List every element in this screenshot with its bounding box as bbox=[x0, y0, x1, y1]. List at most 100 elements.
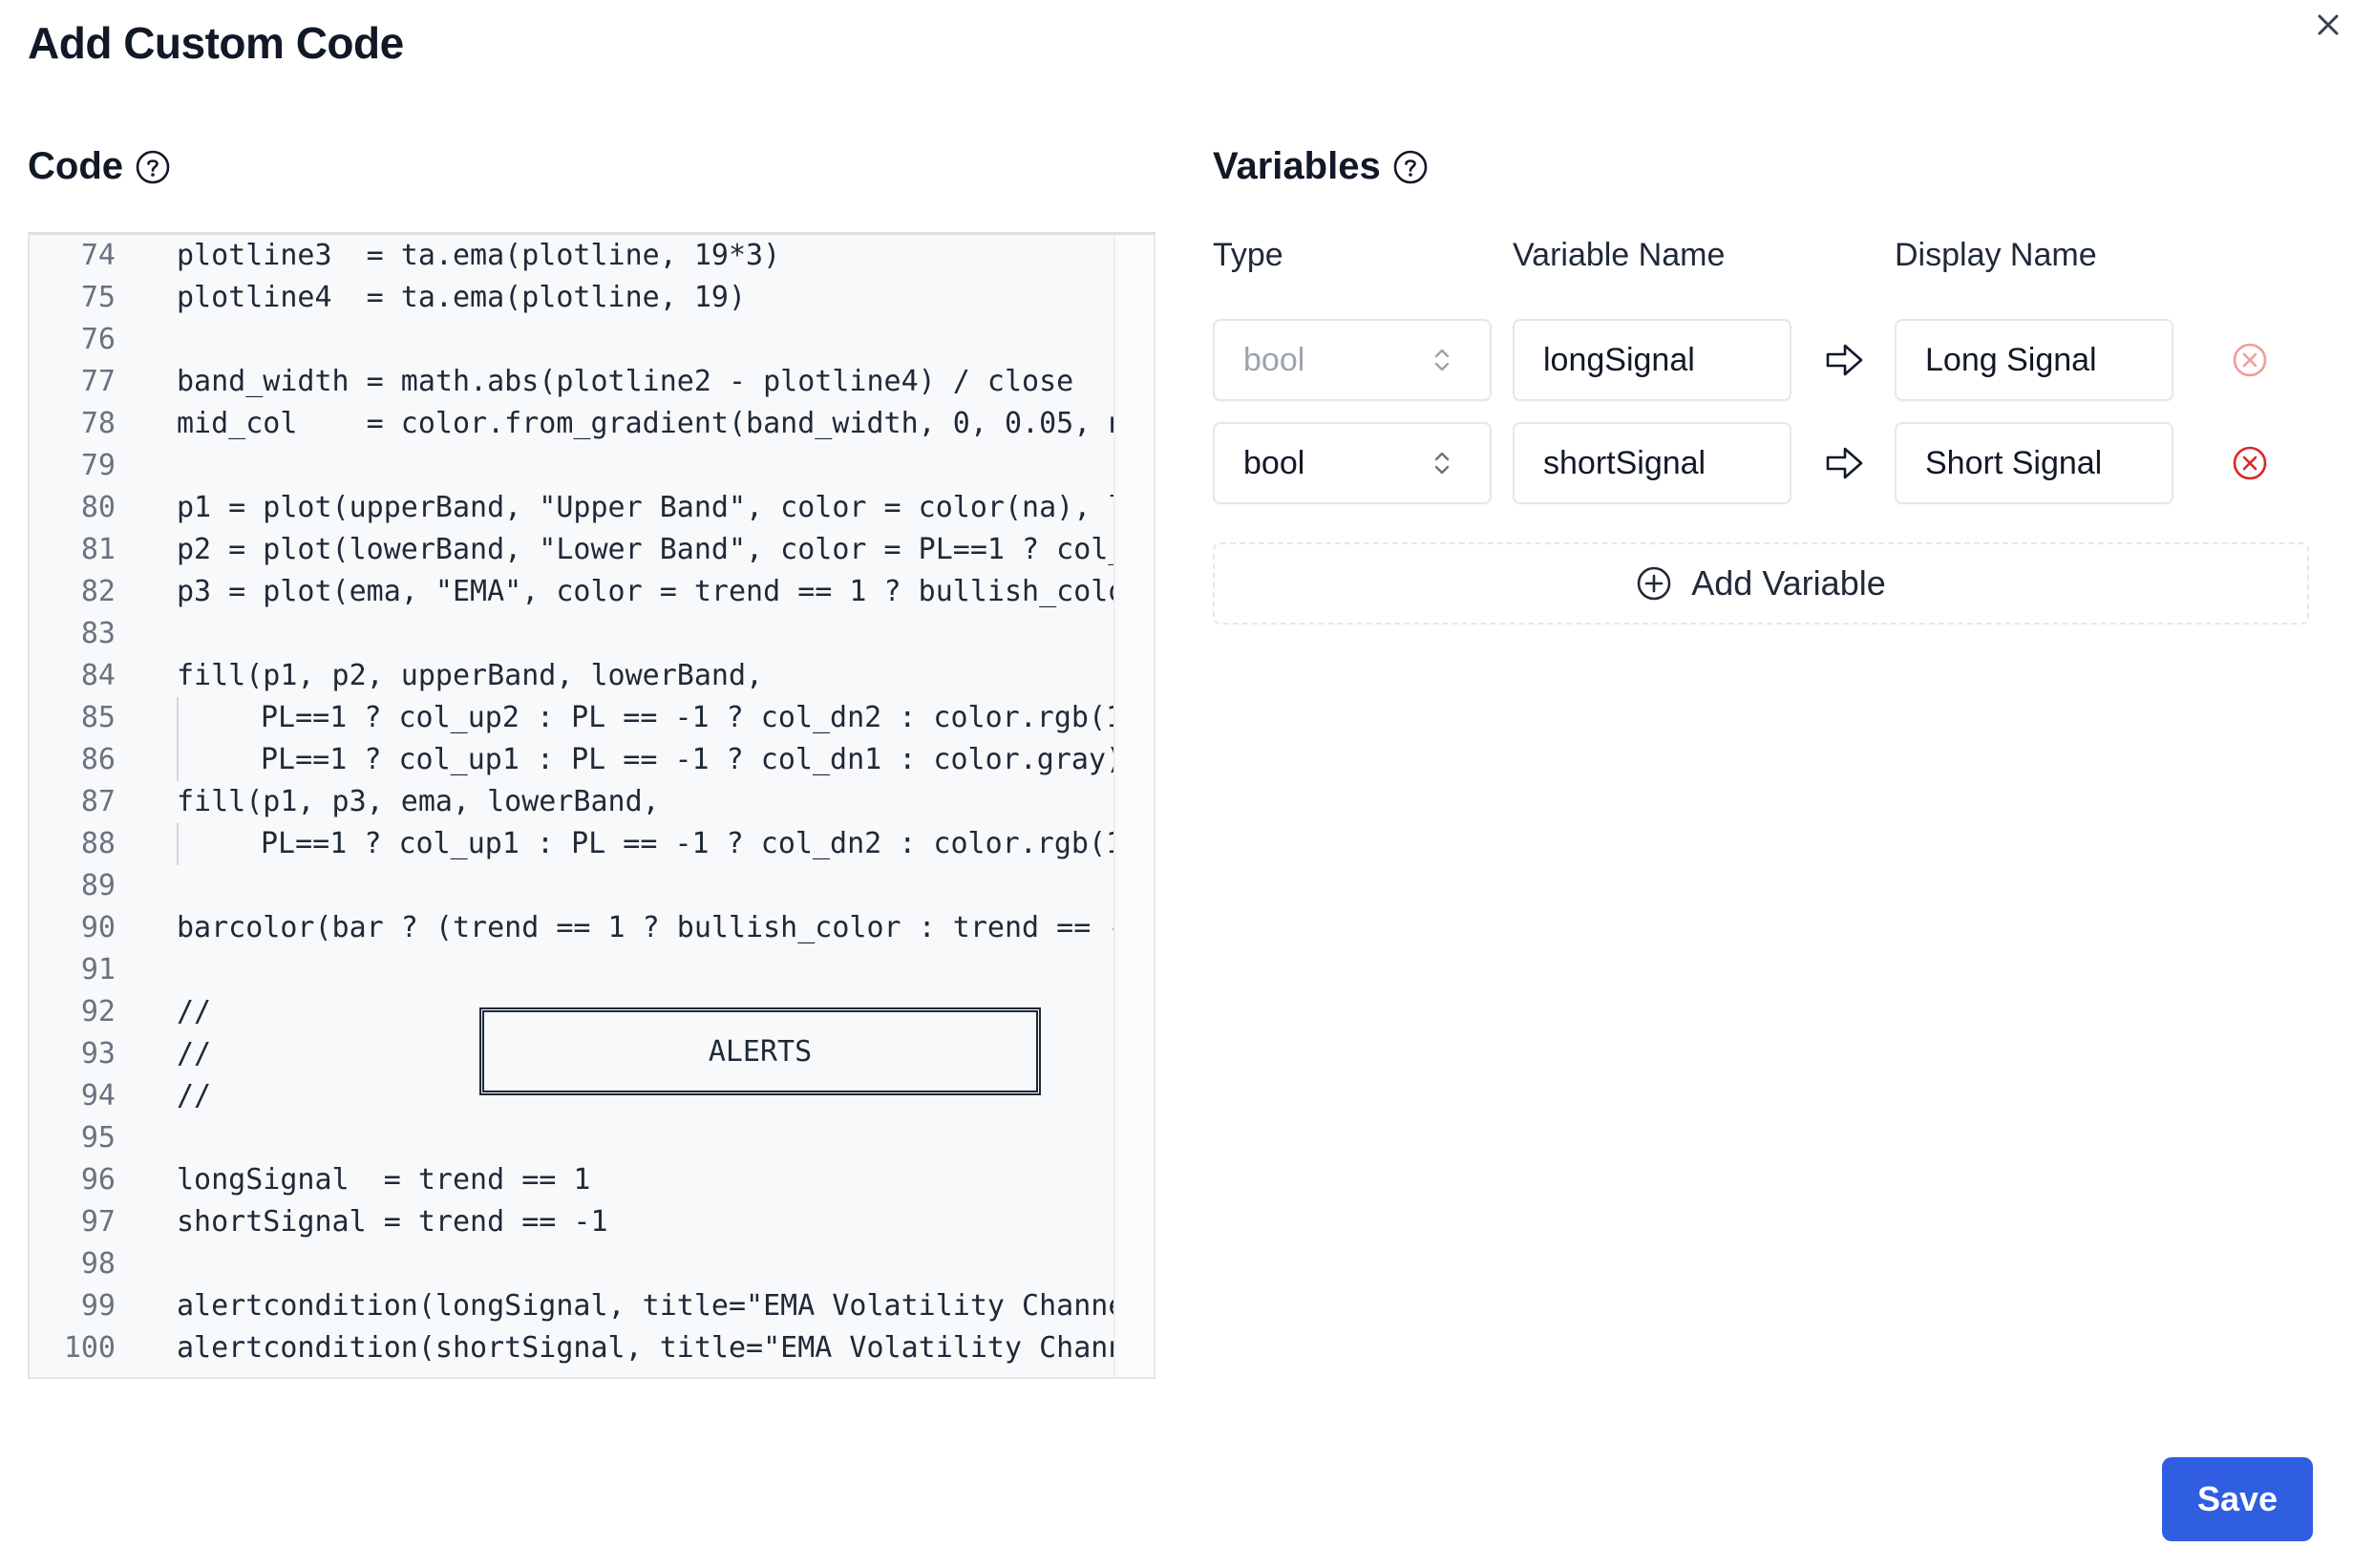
code-editor[interactable]: 74 plotline3 = ta.ema(plotline, 19*3) 75 pl… bbox=[28, 232, 1155, 1379]
code-line: 100 alertcondition(shortSignal, title="EM… bbox=[30, 1327, 1154, 1369]
code-text: p1 = plot(upperBand, "Upper Band", color… bbox=[177, 491, 1155, 524]
arrow-right-icon bbox=[1826, 344, 1863, 376]
line-number: 89 bbox=[80, 869, 116, 902]
code-text: band_width = math.abs(plotline2 - plotli… bbox=[177, 365, 1074, 398]
code-line: 78 mid_col = color.from_gradient(band_wid… bbox=[30, 403, 1154, 445]
add-variable-label: Add Variable bbox=[1691, 563, 1886, 603]
display-name-field[interactable]: Short Signal bbox=[1895, 422, 2173, 504]
plus-circle-icon bbox=[1637, 566, 1671, 601]
code-line: 79 bbox=[30, 445, 1154, 487]
chevron-up-down-icon bbox=[1434, 349, 1450, 371]
code-text: alertcondition(shortSignal, title="EMA V… bbox=[177, 1331, 1155, 1365]
code-text: barcolor(bar ? (trend == 1 ? bullish_col… bbox=[177, 911, 1155, 944]
code-line: 90 barcolor(bar ? (trend == 1 ? bullish_c… bbox=[30, 907, 1154, 949]
column-header-display-name: Display Name bbox=[1895, 237, 2097, 273]
line-number: 77 bbox=[80, 365, 116, 398]
line-number: 93 bbox=[80, 1037, 116, 1070]
close-button[interactable] bbox=[2309, 6, 2347, 44]
code-line: 95 bbox=[30, 1117, 1154, 1159]
variables-section-heading: Variables bbox=[1213, 145, 1429, 188]
line-number: 97 bbox=[80, 1205, 116, 1239]
line-number: 100 bbox=[63, 1331, 116, 1365]
variable-type-select[interactable]: bool bbox=[1213, 422, 1492, 504]
code-lines: 74 plotline3 = ta.ema(plotline, 19*3) 75 pl… bbox=[30, 235, 1155, 1377]
code-line: 80 p1 = plot(upperBand, "Upper Band", col… bbox=[30, 487, 1154, 529]
add-variable-button[interactable]: Add Variable bbox=[1213, 542, 2309, 625]
save-button[interactable]: Save bbox=[2162, 1457, 2313, 1541]
variable-name-field[interactable]: shortSignal bbox=[1513, 422, 1791, 504]
display-name-value: Long Signal bbox=[1925, 341, 2097, 378]
code-scrollbar[interactable] bbox=[1113, 235, 1154, 1377]
line-number: 85 bbox=[80, 701, 116, 734]
code-text: shortSignal = trend == -1 bbox=[177, 1205, 608, 1239]
code-line: 82 p3 = plot(ema, "EMA", color = trend ==… bbox=[30, 571, 1154, 613]
line-number: 95 bbox=[80, 1121, 116, 1155]
display-name-field[interactable]: Long Signal bbox=[1895, 319, 2173, 401]
line-number: 91 bbox=[80, 953, 116, 986]
code-text: plotline4 = ta.ema(plotline, 19) bbox=[177, 281, 747, 314]
line-number: 78 bbox=[80, 407, 116, 440]
remove-variable-button[interactable] bbox=[2231, 444, 2269, 482]
code-line: 97 shortSignal = trend == -1 bbox=[30, 1201, 1154, 1243]
remove-variable-button[interactable] bbox=[2231, 341, 2269, 379]
help-circle-icon bbox=[1393, 150, 1427, 183]
help-circle-icon bbox=[136, 150, 170, 183]
code-text: // bbox=[177, 1079, 212, 1112]
line-number: 98 bbox=[80, 1247, 116, 1281]
mapping-arrow bbox=[1824, 339, 1866, 381]
variables-heading-label: Variables bbox=[1213, 145, 1381, 187]
code-text: mid_col = color.from_gradient(band_width… bbox=[177, 407, 1155, 440]
code-text: longSignal = trend == 1 bbox=[177, 1163, 591, 1197]
code-text: plotline3 = ta.ema(plotline, 19*3) bbox=[177, 239, 781, 272]
code-text: p2 = plot(lowerBand, "Lower Band", color… bbox=[177, 533, 1155, 566]
code-line: 96 longSignal = trend == 1 bbox=[30, 1159, 1154, 1201]
code-line: 75 plotline4 = ta.ema(plotline, 19) bbox=[30, 277, 1154, 319]
line-number: 87 bbox=[80, 785, 116, 818]
remove-circle-icon bbox=[2233, 446, 2267, 480]
line-number: 83 bbox=[80, 617, 116, 650]
line-number: 88 bbox=[80, 827, 116, 860]
line-number: 86 bbox=[80, 743, 116, 776]
code-line: 77 band_width = math.abs(plotline2 - plot… bbox=[30, 361, 1154, 403]
line-number: 101 bbox=[30, 1369, 116, 1377]
display-name-value: Short Signal bbox=[1925, 444, 2103, 481]
line-number: 76 bbox=[80, 323, 116, 356]
chevron-up-down-icon bbox=[1434, 452, 1450, 475]
line-number: 79 bbox=[80, 449, 116, 482]
variable-name-value: longSignal bbox=[1543, 341, 1695, 378]
mapping-arrow bbox=[1824, 442, 1866, 484]
alerts-banner: ALERTS bbox=[479, 1007, 1041, 1095]
code-text: p3 = plot(ema, "EMA", color = trend == 1… bbox=[177, 575, 1155, 608]
variable-name-field[interactable]: longSignal bbox=[1513, 319, 1791, 401]
code-section-heading: Code bbox=[28, 145, 171, 188]
line-number: 99 bbox=[80, 1289, 116, 1323]
line-number: 82 bbox=[80, 575, 116, 608]
code-line: 74 plotline3 = ta.ema(plotline, 19*3) bbox=[30, 235, 1154, 277]
code-line: 89 bbox=[30, 865, 1154, 907]
line-number: 94 bbox=[80, 1079, 116, 1112]
line-number: 92 bbox=[80, 995, 116, 1028]
code-text: PL==1 ? col_up2 : PL == -1 ? col_dn2 : c… bbox=[261, 701, 1155, 734]
code-line: 87 fill(p1, p3, ema, lowerBand, bbox=[30, 781, 1154, 823]
code-text: alertcondition(longSignal, title="EMA Vo… bbox=[177, 1289, 1155, 1323]
alerts-banner-label: ALERTS bbox=[708, 1034, 813, 1069]
code-text: // bbox=[177, 995, 212, 1028]
variables-help-button[interactable] bbox=[1392, 149, 1429, 185]
line-number: 84 bbox=[80, 659, 116, 692]
line-number: 74 bbox=[80, 239, 116, 272]
variable-type-select[interactable]: bool bbox=[1213, 319, 1492, 401]
code-text: fill(p1, p3, ema, lowerBand, bbox=[177, 785, 660, 818]
code-line: 81 p2 = plot(lowerBand, "Lower Band", col… bbox=[30, 529, 1154, 571]
code-line: 86 PL==1 ? col_up1 : PL == -1 ? col_dn1 :… bbox=[30, 739, 1154, 781]
code-line: 76 bbox=[30, 319, 1154, 361]
close-icon bbox=[2318, 14, 2339, 35]
code-text: PL==1 ? col_up1 : PL == -1 ? col_dn1 : c… bbox=[261, 743, 1124, 776]
line-number: 75 bbox=[80, 281, 116, 314]
code-line: 83 bbox=[30, 613, 1154, 655]
code-heading-label: Code bbox=[28, 145, 123, 187]
code-help-button[interactable] bbox=[135, 149, 171, 185]
code-line: 91 bbox=[30, 949, 1154, 991]
code-line: 84 fill(p1, p2, upperBand, lowerBand, bbox=[30, 655, 1154, 697]
code-line: 101 bbox=[30, 1369, 1154, 1377]
line-number: 90 bbox=[80, 911, 116, 944]
